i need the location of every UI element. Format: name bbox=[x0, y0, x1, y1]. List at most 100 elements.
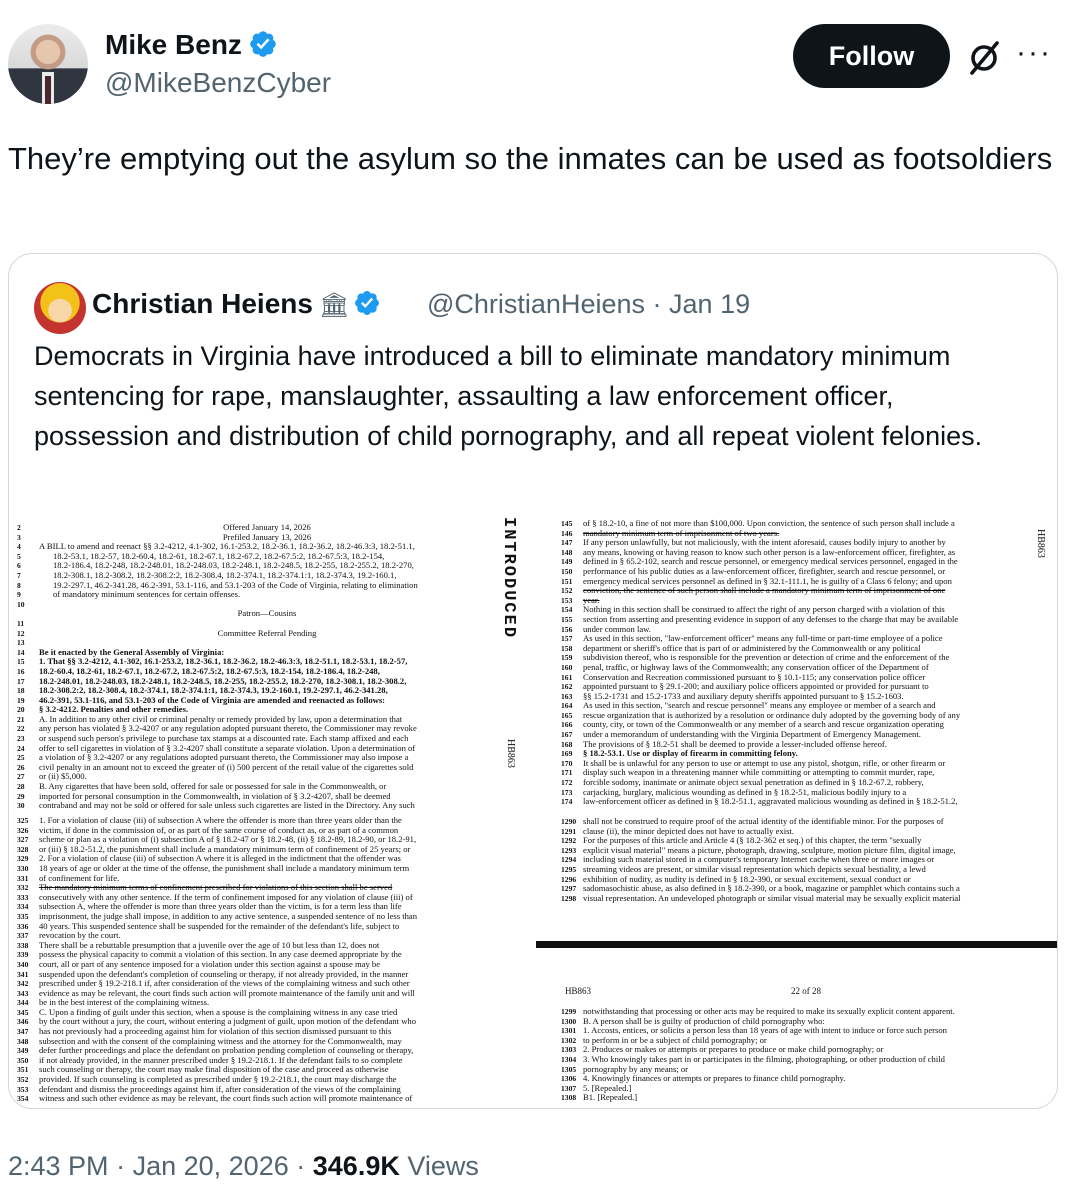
line-text: emergency medical services personnel as … bbox=[583, 576, 952, 586]
line-text bbox=[39, 638, 495, 648]
document-line: 155 section from asserting and presenting… bbox=[561, 615, 1015, 625]
line-text: 2. Produces or makes or attempts or prep… bbox=[583, 1045, 884, 1055]
line-text: section from asserting and presenting ev… bbox=[583, 614, 959, 624]
line-text: consecutively with any other sentence. I… bbox=[39, 892, 413, 902]
document-line: 173 carjacking, burglary, malicious wound… bbox=[561, 788, 1015, 798]
document-line: 146 mandatory minimum term of imprisonmen… bbox=[561, 529, 1015, 539]
document-line: 336 40 years. This suspended sentence sha… bbox=[17, 922, 485, 932]
line-text: 19.2-297.1, 46.2-341.28, 46.2-391, 53.1-… bbox=[53, 580, 418, 590]
document-line: 345 C. Upon a finding of guilt under this… bbox=[17, 1008, 485, 1018]
follow-button[interactable]: Follow bbox=[793, 24, 950, 88]
line-number: 159 bbox=[561, 653, 573, 663]
line-number: 149 bbox=[561, 557, 573, 567]
quoted-author-name[interactable]: Christian Heiens 🏛 bbox=[92, 284, 381, 326]
line-number: 1299 bbox=[561, 1007, 577, 1016]
tweet-time[interactable]: 2:43 PM bbox=[8, 1151, 109, 1181]
line-number: 146 bbox=[561, 528, 573, 538]
verified-badge-icon bbox=[250, 30, 276, 57]
line-number: 339 bbox=[17, 950, 29, 960]
line-number: 344 bbox=[17, 998, 29, 1008]
author-handle[interactable]: @MikeBenzCyber bbox=[105, 66, 331, 100]
line-number: 152 bbox=[561, 586, 573, 596]
document-line: 5 18.2-53.1, 18.2-57, 18.2-60.4, 18.2-61,… bbox=[17, 552, 495, 562]
line-text: Patron—Cousins bbox=[237, 609, 297, 619]
line-number: 1304 bbox=[561, 1054, 577, 1064]
grok-slash-circle-icon[interactable] bbox=[966, 38, 1004, 76]
line-text: A BILL to amend and reenact §§ 3.2-4212,… bbox=[39, 542, 415, 552]
line-text: carjacking, burglary, malicious wounding… bbox=[583, 787, 907, 797]
line-number: 334 bbox=[17, 902, 29, 912]
document-line: 340 court, all or part of any sentence im… bbox=[17, 960, 485, 970]
line-text: 18.2-53.1, 18.2-57, 18.2-60.4, 18.2-61, … bbox=[53, 551, 385, 561]
line-number: 29 bbox=[17, 791, 25, 801]
line-number: 25 bbox=[17, 753, 25, 763]
line-text: B1. [Repealed.] bbox=[583, 1093, 638, 1103]
line-number: 163 bbox=[561, 691, 573, 701]
document-line: 166 county, city, or town of the Commonwe… bbox=[561, 720, 1015, 730]
line-number: 7 bbox=[17, 570, 21, 580]
line-number: 168 bbox=[561, 739, 573, 749]
line-number: 162 bbox=[561, 682, 573, 692]
document-line: 1307 5. [Repealed.] bbox=[561, 1084, 1015, 1094]
classical-building-icon: 🏛 bbox=[318, 292, 350, 319]
line-text: 4. Knowingly finances or attempts or pre… bbox=[583, 1074, 846, 1084]
line-text: offer to sell cigarettes in violation of… bbox=[39, 743, 416, 753]
author-avatar[interactable] bbox=[8, 24, 88, 104]
line-number: 24 bbox=[17, 743, 25, 753]
document-left-bottom-section: 325 1. For a violation of clause (iii) of… bbox=[17, 816, 485, 1104]
line-text: 1. That §§ 3.2-4212, 4.1-302, 16.1-253.2… bbox=[39, 657, 408, 667]
document-line: 12 Committee Referral Pending bbox=[17, 629, 495, 639]
document-line: 7 18.2-308.1, 18.2-308.2, 18.2-308.2:2, 1… bbox=[17, 571, 495, 581]
document-line: 1302 to perform in or be a subject of chi… bbox=[561, 1036, 1015, 1046]
line-text: 3. Who knowingly takes part in or partic… bbox=[583, 1054, 945, 1064]
line-number: 23 bbox=[17, 734, 25, 744]
document-line: 29 imported for personal consumption in t… bbox=[17, 792, 495, 802]
document-line: 337 revocation by the court. bbox=[17, 931, 485, 941]
line-number: 169 bbox=[561, 749, 573, 759]
author-name[interactable]: Mike Benz bbox=[105, 28, 278, 62]
document-line: 170 It shall be is unlawful for any perso… bbox=[561, 759, 1015, 769]
document-line: 347 has not previously had a proceeding a… bbox=[17, 1027, 485, 1037]
line-text: C. Upon a finding of guilt under this se… bbox=[39, 1007, 398, 1017]
document-line: 335 imprisonment, the judge shall impose,… bbox=[17, 912, 485, 922]
quoted-handle-text[interactable]: @ChristianHeiens bbox=[427, 289, 645, 319]
line-text: any person has violated § 3.2-4207 or an… bbox=[39, 724, 417, 734]
quoted-tweet-card[interactable]: Christian Heiens 🏛 @ChristianHeiens · Jan… bbox=[8, 253, 1058, 1109]
line-number: 354 bbox=[17, 1094, 29, 1104]
line-text: defer further proceedings and place the … bbox=[39, 1046, 414, 1056]
document-line: 14 Be it enacted by the General Assembly … bbox=[17, 648, 495, 658]
document-line: 8 19.2-297.1, 46.2-341.28, 46.2-391, 53.1… bbox=[17, 581, 495, 591]
document-line: 1295 streaming videos are present, or sim… bbox=[561, 865, 1015, 875]
line-number: 174 bbox=[561, 797, 573, 807]
bill-document-image[interactable]: 2 Offered January 14, 2026 3 Prefiled Janua… bbox=[9, 509, 1057, 1108]
document-line: 19 46.2-391, 53.1-116, and 53.1-203 of th… bbox=[17, 696, 495, 706]
line-number: 1303 bbox=[561, 1045, 577, 1055]
document-line: 1290 shall not be construed to require pr… bbox=[561, 817, 1015, 827]
line-text: Prefiled January 13, 2026 bbox=[222, 532, 312, 542]
document-line: 1291 clause (ii), the minor depicted does… bbox=[561, 827, 1015, 837]
line-number: 19 bbox=[17, 695, 25, 705]
hb-side-label-left: HB863 bbox=[505, 739, 516, 768]
line-number: 1302 bbox=[561, 1035, 577, 1045]
tweet-date[interactable]: Jan 20, 2026 bbox=[133, 1151, 289, 1181]
document-line: 153 year. bbox=[561, 596, 1015, 606]
line-number: 164 bbox=[561, 701, 573, 711]
quoted-author-avatar[interactable] bbox=[34, 282, 86, 334]
document-line: 327 scheme or plan as a violation of (i) … bbox=[17, 835, 485, 845]
line-number: 331 bbox=[17, 873, 29, 883]
line-number: 15 bbox=[17, 657, 25, 667]
document-right-bottom-section: 1299 notwithstanding that processing or o… bbox=[561, 1007, 1015, 1103]
line-number: 20 bbox=[17, 705, 25, 715]
line-number: 27 bbox=[17, 772, 25, 782]
more-dots-icon[interactable]: ··· bbox=[1016, 38, 1060, 76]
line-text: 5. [Repealed.] bbox=[583, 1083, 632, 1093]
quoted-date[interactable]: Jan 19 bbox=[669, 289, 750, 319]
author-name-text[interactable]: Mike Benz bbox=[105, 29, 242, 60]
page-header-number: 22 of 28 bbox=[791, 986, 821, 996]
document-line: 156 under common law. bbox=[561, 625, 1015, 635]
line-number: 337 bbox=[17, 931, 29, 941]
line-text: prescribed under § 19.2-218.1 if, after … bbox=[39, 979, 410, 989]
line-text: notwithstanding that processing or other… bbox=[583, 1007, 955, 1016]
line-number: 166 bbox=[561, 720, 573, 730]
line-number: 157 bbox=[561, 634, 573, 644]
